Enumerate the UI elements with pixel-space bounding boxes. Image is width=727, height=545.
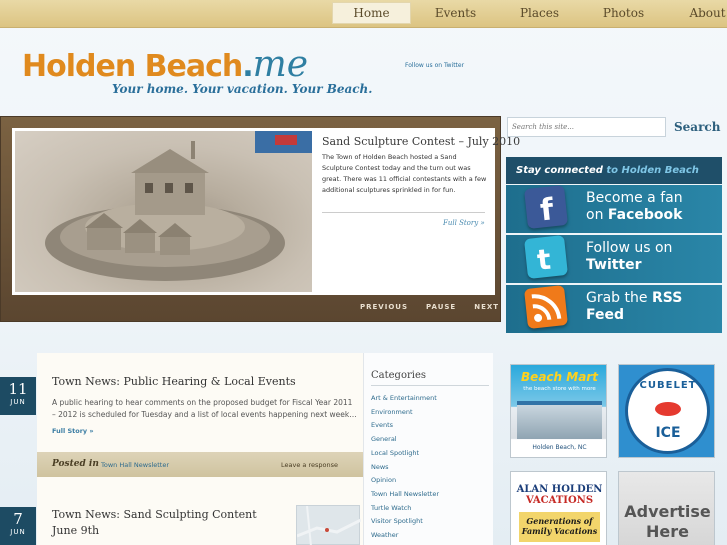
rss-icon (524, 285, 568, 329)
beach-mart-location: Holden Beach, NC (532, 444, 587, 451)
leave-response-link[interactable]: Leave a response (281, 461, 338, 469)
facebook-line2-pre: on (586, 207, 608, 223)
stay-connected-accent: to Holden Beach (606, 165, 699, 176)
post-day: 7 (13, 510, 23, 528)
post-category-link[interactable]: Town Hall Newsletter (101, 461, 169, 469)
facebook-line1: Become a fan (586, 190, 683, 206)
nav-places[interactable]: Places (500, 2, 579, 24)
post-day: 11 (8, 380, 28, 398)
nav-photos[interactable]: Photos (584, 2, 663, 24)
facebook-icon: f (524, 185, 568, 229)
alan-holden-logo: ALAN HOLDEN VACATIONS (515, 484, 604, 506)
category-link[interactable]: Art & Entertainment (371, 392, 439, 406)
stay-connected-title: Stay connected to Holden Beach (516, 165, 699, 176)
category-link[interactable]: News (371, 461, 439, 475)
stay-connected-prefix: Stay connected (516, 165, 603, 176)
cubelet-bottom-text: ICE (655, 425, 681, 441)
category-link[interactable]: Environment (371, 406, 439, 420)
nav-events[interactable]: Events (416, 2, 495, 24)
categories-list: Art & Entertainment Environment Events G… (371, 392, 439, 543)
post-title[interactable]: Town News: Public Hearing & Local Events (52, 375, 296, 388)
svg-text:t: t (536, 243, 553, 277)
main-nav: Home Events Places Photos About (332, 2, 727, 26)
beach-mart-subtitle: the beach store with more (523, 386, 596, 392)
inner-tube-icon (652, 399, 684, 419)
posted-in-label: Posted in (52, 459, 99, 469)
site-logo[interactable]: Holden Beach.me (22, 44, 308, 85)
post-month: JUN (10, 528, 26, 536)
post-month: JUN (10, 398, 26, 406)
sand-castle-illustration (45, 131, 312, 281)
post-excerpt: A public hearing to hear comments on the… (52, 398, 357, 419)
post-full-story-link[interactable]: Full Story » (52, 427, 94, 435)
category-link[interactable]: Visitor Spotlight (371, 515, 439, 529)
sand-castle-photo (15, 131, 312, 292)
category-link[interactable]: Weather (371, 529, 439, 543)
alan-logo-accent: VACATIONS (525, 495, 594, 506)
nav-home[interactable]: Home (332, 2, 411, 24)
post-thumbnail-map[interactable] (296, 505, 362, 545)
store-photo (517, 401, 602, 439)
ad-beach-mart[interactable]: Beach Mart the beach store with more Hol… (510, 364, 607, 458)
facebook-label: Become a fan on Facebook (586, 190, 716, 224)
slideshow-image[interactable] (12, 128, 315, 295)
rss-line2: Feed (586, 307, 625, 323)
ad-advertise-here[interactable]: Advertise Here (618, 471, 715, 545)
twitter-icon: t (524, 235, 568, 279)
twitter-line1: Follow us on (586, 240, 673, 256)
slide-excerpt: The Town of Holden Beach hosted a Sand S… (322, 153, 487, 194)
logo-dot: . (242, 49, 253, 84)
logo-suffix: me (252, 44, 309, 85)
post-date-1: 11 JUN (0, 377, 36, 415)
twitter-label: Follow us on Twitter (586, 240, 716, 274)
slide-next-button[interactable]: NEXT (474, 303, 499, 311)
site-tagline: Your home. Your vacation. Your Beach. (112, 82, 373, 96)
ad-cubelet-ice[interactable]: CUBELET ICE (618, 364, 715, 458)
category-link[interactable]: Town Hall Newsletter (371, 488, 439, 502)
facebook-line2: Facebook (607, 207, 683, 223)
svg-text:f: f (539, 192, 557, 228)
slide-previous-button[interactable]: PREVIOUS (360, 303, 408, 311)
alan-logo-pre: ALAN HOLDEN (516, 484, 603, 495)
nav-about[interactable]: About (668, 2, 727, 24)
beach-mart-title: Beach Mart (521, 370, 598, 384)
search-button[interactable]: Search (674, 120, 720, 134)
rss-label: Grab the RSS Feed (586, 290, 716, 324)
facebook-fan-link[interactable]: f Become a fan on Facebook (506, 185, 722, 233)
category-link[interactable]: Opinion (371, 474, 439, 488)
alan-slogan: Generations of Family Vacations (521, 516, 598, 536)
rss-line1: RSS (651, 290, 683, 306)
slideshow-controls: PREVIOUS PAUSE NEXT (360, 303, 499, 311)
search-input[interactable] (507, 117, 666, 137)
advertise-text: Advertise Here (624, 502, 711, 541)
category-link[interactable]: Local Spotlight (371, 447, 439, 461)
slide-title[interactable]: Sand Sculpture Contest – July 2010 (322, 135, 520, 148)
divider (322, 212, 485, 213)
ad-alan-holden-vacations[interactable]: ALAN HOLDEN VACATIONS Generations of Fam… (510, 471, 607, 545)
slide-full-story-link[interactable]: Full Story » (443, 219, 485, 227)
logo-word: Holden Beach (22, 49, 243, 84)
category-link[interactable]: General (371, 433, 439, 447)
slide-pause-button[interactable]: PAUSE (426, 303, 456, 311)
rss-line1-pre: Grab the (586, 290, 652, 306)
twitter-line2: Twitter (586, 257, 642, 273)
post-title[interactable]: Town News: Sand Sculpting Content June 9… (52, 507, 262, 539)
twitter-link[interactable]: Follow us on Twitter (405, 62, 464, 69)
map-icon (296, 505, 362, 545)
post-date-2: 7 JUN (0, 507, 36, 545)
twitter-follow-link[interactable]: t Follow us on Twitter (506, 235, 722, 283)
category-link[interactable]: Events (371, 419, 439, 433)
category-link[interactable]: Turtle Watch (371, 502, 439, 516)
cubelet-top-text: CUBELET (639, 380, 697, 391)
divider (371, 385, 489, 386)
rss-feed-link[interactable]: Grab the RSS Feed (506, 285, 722, 333)
categories-title: Categories (371, 370, 426, 381)
